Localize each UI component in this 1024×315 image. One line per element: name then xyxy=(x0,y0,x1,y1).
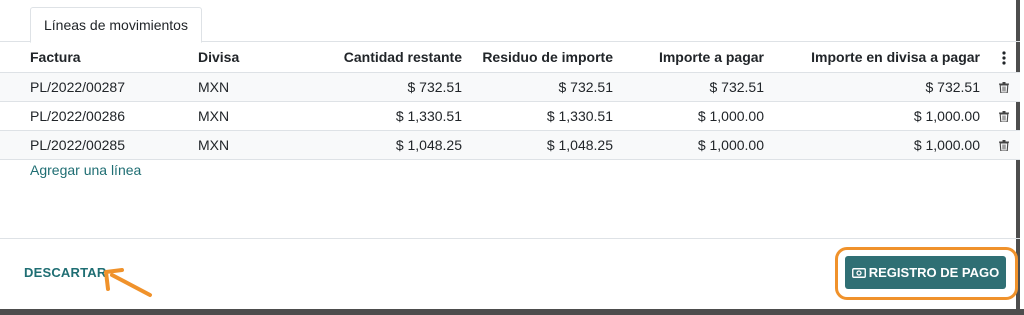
table-row[interactable]: PL/2022/00285 MXN $ 1,048.25 $ 1,048.25 … xyxy=(0,130,1020,159)
header-importe-divisa[interactable]: Importe en divisa a pagar xyxy=(772,42,988,73)
cell-importe-pagar[interactable]: $ 732.51 xyxy=(621,72,772,101)
cell-divisa: MXN xyxy=(198,78,230,95)
header-factura[interactable]: Factura xyxy=(0,42,190,73)
discard-button[interactable]: DESCARTAR xyxy=(24,265,106,280)
money-icon xyxy=(851,267,866,278)
move-lines-table: Factura Divisa Cantidad restante Residuo… xyxy=(0,42,1020,160)
cell-factura: PL/2022/00285 xyxy=(30,136,125,153)
cell-importe-divisa[interactable]: $ 1,000.00 xyxy=(772,130,988,159)
trash-icon[interactable] xyxy=(999,82,1009,94)
header-residuo-importe[interactable]: Residuo de importe xyxy=(470,42,621,73)
cell-residuo-importe: $ 732.51 xyxy=(558,78,614,95)
add-line-link[interactable]: Agregar una línea xyxy=(30,162,141,178)
register-payment-button[interactable]: REGISTRO DE PAGO xyxy=(845,256,1006,289)
tab-lineas-movimientos[interactable]: Líneas de movimientos xyxy=(30,7,202,43)
notebook-tabs: Líneas de movimientos xyxy=(0,0,1020,43)
kebab-menu-icon[interactable] xyxy=(1002,51,1006,65)
table-row[interactable]: PL/2022/00287 MXN $ 732.51 $ 732.51 $ 73… xyxy=(0,72,1020,101)
table-header-row: Factura Divisa Cantidad restante Residuo… xyxy=(0,42,1020,73)
cell-residuo-importe: $ 1,048.25 xyxy=(546,136,613,153)
wizard-footer: DESCARTAR REGISTRO DE PAGO xyxy=(0,238,1020,309)
payment-wizard: Líneas de movimientos Factura Divisa Can… xyxy=(0,0,1020,309)
cell-importe-divisa[interactable]: $ 732.51 xyxy=(772,72,988,101)
cell-importe-divisa[interactable]: $ 1,000.00 xyxy=(772,101,988,130)
header-divisa[interactable]: Divisa xyxy=(190,42,320,73)
cell-factura: PL/2022/00286 xyxy=(30,107,125,124)
cell-importe-pagar[interactable]: $ 1,000.00 xyxy=(621,130,772,159)
delete-row-button[interactable] xyxy=(988,72,1020,101)
cell-importe-pagar[interactable]: $ 1,000.00 xyxy=(621,101,772,130)
window-border xyxy=(0,309,1024,315)
optional-columns-toggle[interactable] xyxy=(988,42,1020,73)
trash-icon[interactable] xyxy=(999,111,1009,123)
trash-icon[interactable] xyxy=(999,140,1009,152)
cell-cantidad-restante: $ 732.51 xyxy=(407,78,463,95)
cell-cantidad-restante: $ 1,330.51 xyxy=(395,107,462,124)
delete-row-button[interactable] xyxy=(988,101,1020,130)
arrow-annotation xyxy=(104,268,152,297)
cell-divisa: MXN xyxy=(198,136,230,153)
table-row[interactable]: PL/2022/00286 MXN $ 1,330.51 $ 1,330.51 … xyxy=(0,101,1020,130)
cell-factura: PL/2022/00287 xyxy=(30,78,125,95)
cell-residuo-importe: $ 1,330.51 xyxy=(546,107,613,124)
header-cantidad-restante[interactable]: Cantidad restante xyxy=(320,42,470,73)
header-importe-pagar[interactable]: Importe a pagar xyxy=(621,42,772,73)
register-payment-label: REGISTRO DE PAGO xyxy=(868,265,1000,280)
cell-divisa: MXN xyxy=(198,107,230,124)
cell-cantidad-restante: $ 1,048.25 xyxy=(395,136,462,153)
delete-row-button[interactable] xyxy=(988,130,1020,159)
